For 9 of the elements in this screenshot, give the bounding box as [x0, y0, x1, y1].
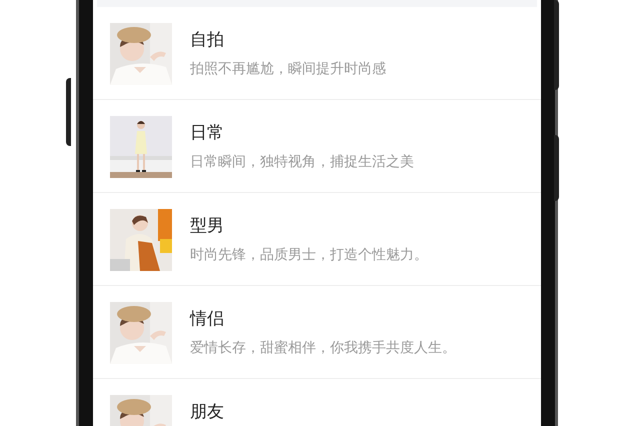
item-description: 拍照不再尴尬，瞬间提升时尚感 — [190, 59, 386, 78]
item-description: 日常瞬间，独特视角，捕捉生活之美 — [190, 152, 414, 171]
item-description: 时尚先锋，品质男士，打造个性魅力。 — [190, 245, 428, 264]
item-title: 朋友 — [190, 401, 224, 423]
item-description: 爱情长存，甜蜜相伴，你我携手共度人生。 — [190, 338, 456, 357]
item-title: 情侣 — [190, 308, 225, 330]
item-title: 自拍 — [190, 29, 225, 51]
item-title: 型男 — [190, 215, 225, 237]
item-title: 日常 — [190, 122, 225, 144]
